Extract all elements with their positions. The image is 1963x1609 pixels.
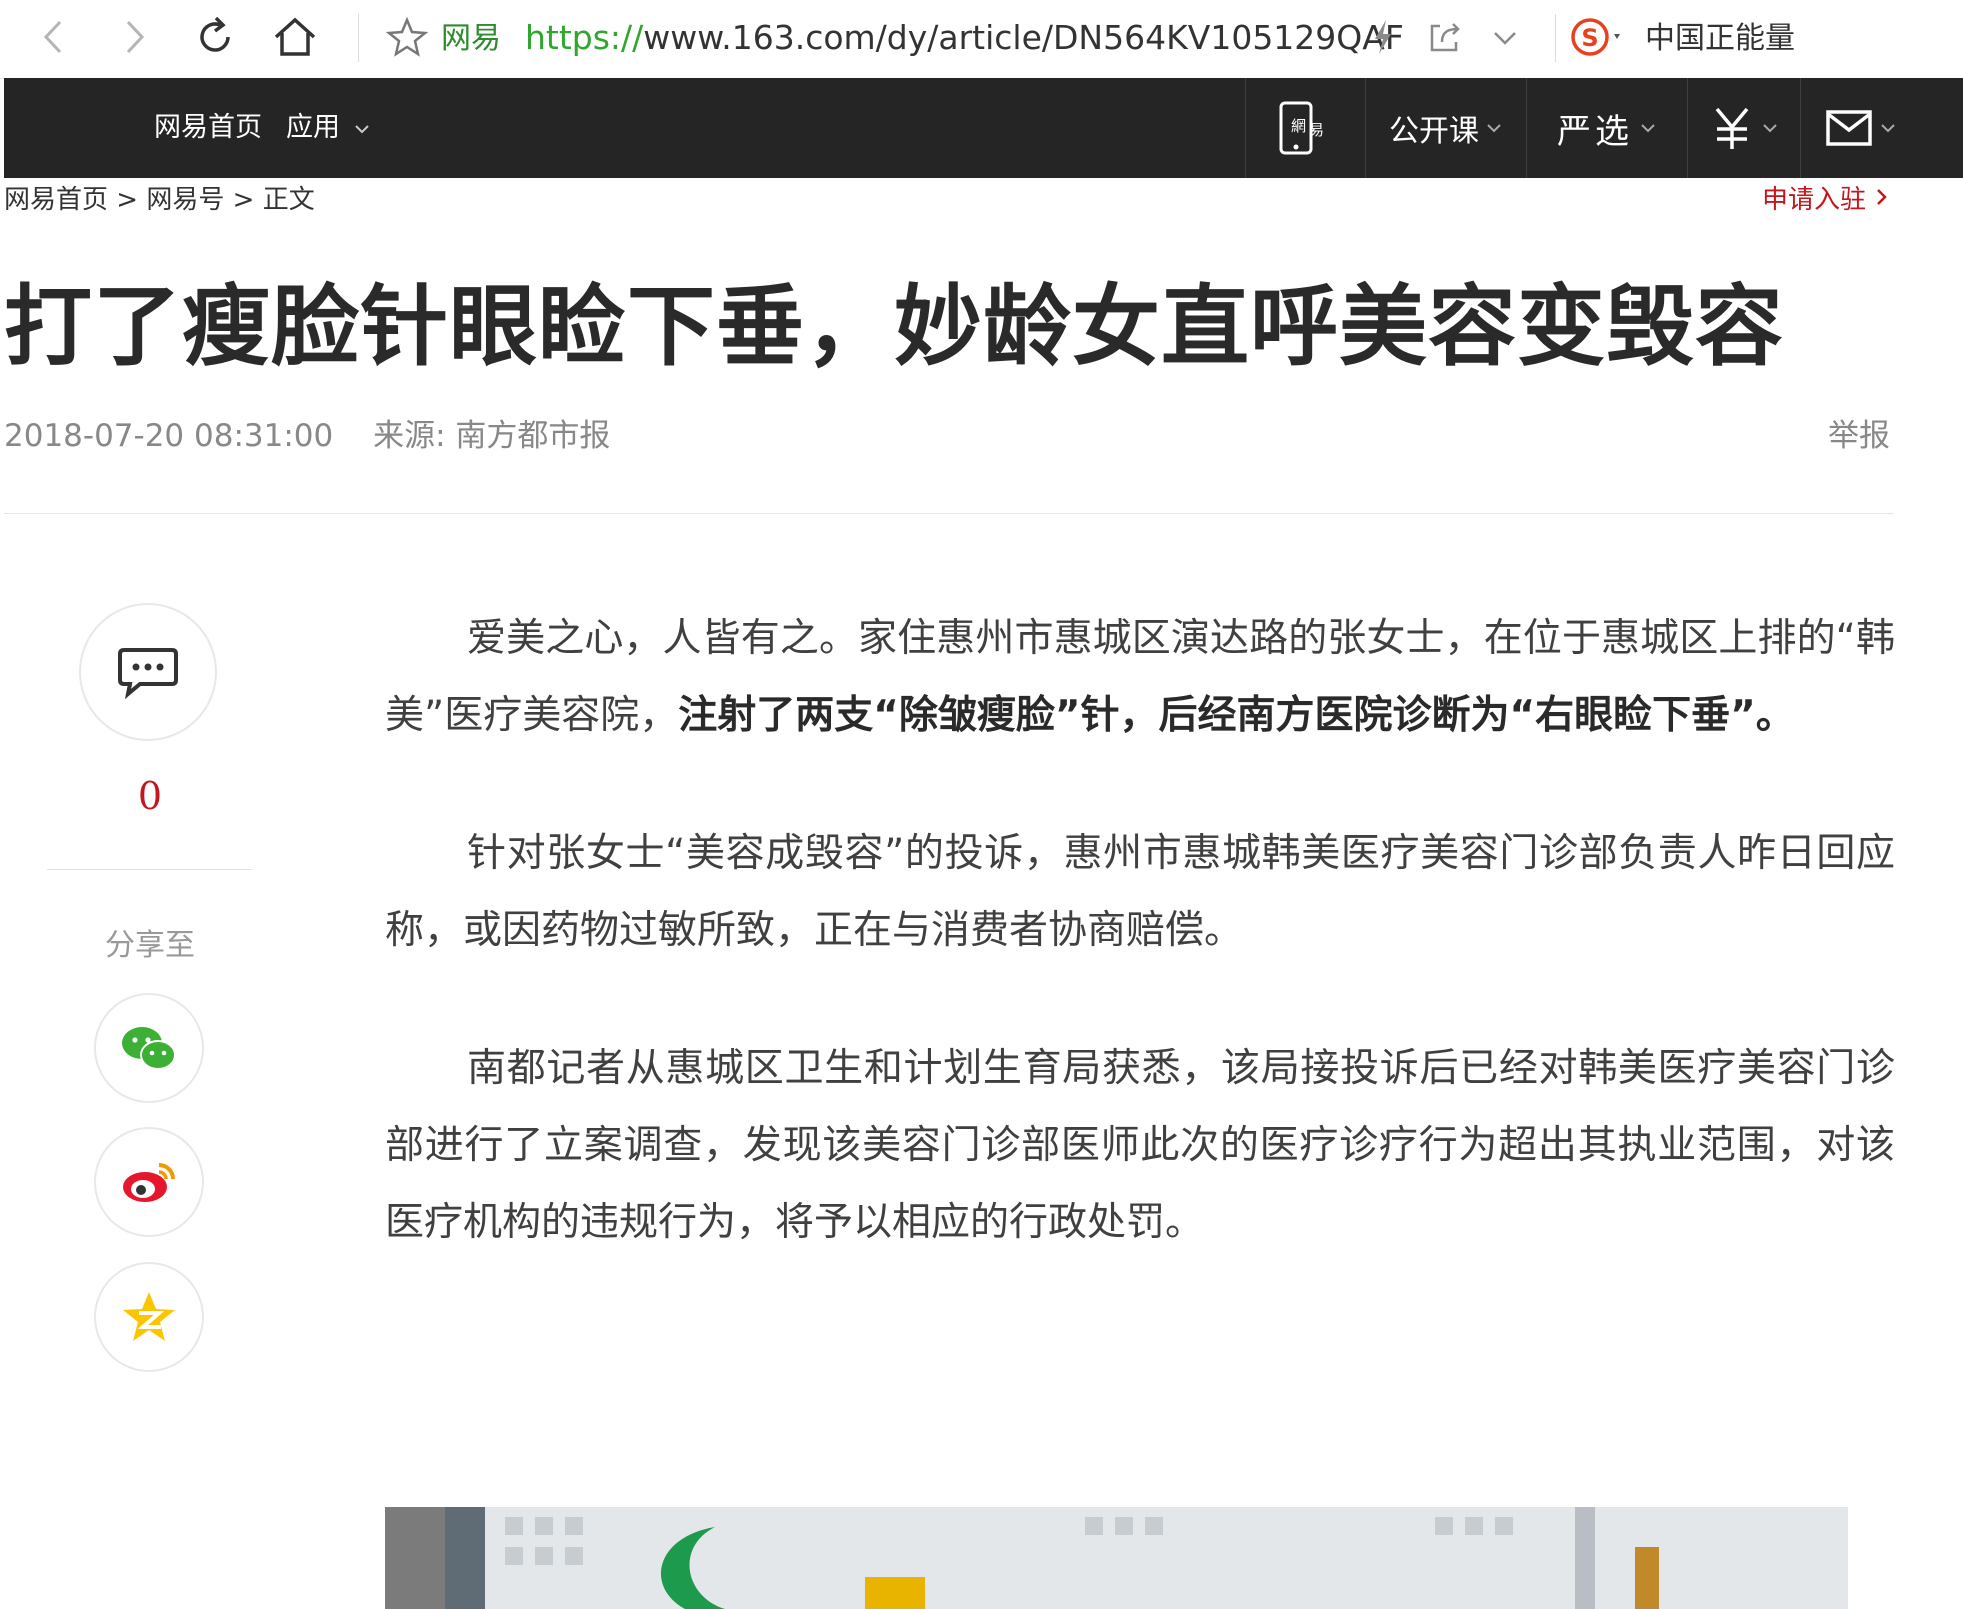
share-wechat-button[interactable] (94, 993, 204, 1103)
comment-button[interactable] (79, 603, 217, 741)
address-bar-url[interactable]: https://www.163.com/dy/article/DN564KV10… (525, 16, 1404, 60)
nav-open-course-menu[interactable]: 公开课 (1366, 78, 1526, 178)
toolbar-divider (1555, 14, 1556, 62)
chevron-left-icon (43, 20, 62, 54)
article-source: 来源: 南方都市报 (373, 418, 611, 454)
chevron-down-icon (1641, 124, 1655, 133)
apply-join-link[interactable]: 申请入驻 (1762, 180, 1890, 220)
search-engine-switch[interactable]: S (1568, 12, 1632, 62)
breadcrumb-channel[interactable]: 网易号 (146, 185, 224, 215)
search-hot-word[interactable]: 中国正能量 (1645, 18, 1795, 60)
chevron-right-icon (1877, 189, 1888, 205)
chevron-down-icon (1763, 124, 1777, 133)
address-dropdown-button[interactable] (1480, 12, 1530, 62)
article-paragraph: 针对张女士“美容成毁容”的投诉，惠州市惠城韩美医疗美容门诊部负责人昨日回应称，或… (385, 831, 1895, 953)
share-qzone-button[interactable] (94, 1262, 204, 1372)
nav-yanxuan-menu[interactable]: 严选 (1527, 78, 1687, 178)
chevron-right-icon (126, 20, 145, 54)
lightning-icon (1375, 20, 1391, 54)
article-datetime: 2018-07-20 08:31:00 (4, 418, 334, 454)
back-button[interactable] (30, 12, 80, 62)
nav-mobile-app-button[interactable]: 網易 (1246, 78, 1364, 178)
toolbar-divider (358, 14, 359, 62)
yen-icon (1715, 107, 1749, 149)
paragraph-bold-text: 注射了两支“除皱瘦脸”针，后经南方医院诊断为“右眼睑下垂”。 (678, 693, 1795, 738)
site-nav-bar: 网易首页 应用 網易 公开课 严选 (4, 78, 1963, 178)
mail-icon (1826, 110, 1872, 146)
nav-apps-label: 应用 (286, 112, 340, 143)
url-protocol: https:// (525, 18, 644, 57)
breadcrumb-home[interactable]: 网易首页 (4, 185, 108, 215)
home-button[interactable] (270, 12, 320, 62)
nav-yanxuan-label: 严选 (1557, 111, 1633, 152)
article-body: 爱美之心，人皆有之。家住惠州市惠城区演达路的张女士，在位于惠城区上排的“韩美”医… (385, 600, 1895, 1322)
share-page-button[interactable] (1420, 12, 1470, 62)
breadcrumb-current: 正文 (262, 185, 315, 215)
bookmark-button[interactable] (382, 12, 432, 62)
breadcrumb-separator: > (232, 185, 255, 215)
article-photo (385, 1507, 1848, 1609)
wechat-icon (122, 1027, 176, 1070)
nav-home-link[interactable]: 网易首页 (154, 106, 262, 150)
share-weibo-button[interactable] (94, 1127, 204, 1237)
reload-button[interactable] (190, 12, 240, 62)
netease-mobile-icon: 網易 (1279, 101, 1324, 155)
sogou-icon: S (1571, 18, 1620, 56)
article-paragraph: 爱美之心，人皆有之。家住惠州市惠城区演达路的张女士，在位于惠城区上排的“韩美”医… (385, 600, 1895, 754)
comment-icon (118, 648, 178, 700)
qzone-star-icon (123, 1292, 175, 1341)
chevron-down-icon (354, 125, 369, 134)
nav-apps-menu[interactable]: 应用 (286, 106, 371, 150)
report-link[interactable]: 举报 (1828, 415, 1890, 457)
chevron-down-icon (1494, 32, 1516, 45)
forward-button[interactable] (108, 12, 158, 62)
share-icon (1430, 23, 1460, 52)
address-site-name: 网易 (441, 21, 501, 56)
home-icon (274, 17, 316, 56)
apply-join-label: 申请入驻 (1762, 185, 1867, 215)
breadcrumb: 网易首页 > 网易号 > 正文 (4, 180, 315, 220)
breadcrumb-separator: > (116, 185, 139, 215)
chevron-down-icon (1881, 124, 1895, 133)
article-paragraph: 南都记者从惠城区卫生和计划生育局获悉，该局接投诉后已经对韩美医疗美容门诊部进行了… (385, 1046, 1895, 1245)
svg-text:易: 易 (1309, 121, 1324, 139)
reload-icon (200, 16, 230, 52)
article-title: 打了瘦脸针眼睑下垂，妙龄女直呼美容变毁容 (4, 275, 1785, 378)
browser-toolbar: 网易 https://www.163.com/dy/article/DN564K… (0, 0, 1963, 79)
speed-mode-button[interactable] (1358, 12, 1408, 62)
comment-count: 0 (137, 774, 163, 818)
svg-text:S: S (1581, 24, 1598, 52)
url-path: www.163.com/dy/article/DN564KV105129QAF (643, 18, 1404, 57)
nav-open-course-label: 公开课 (1389, 114, 1479, 149)
nav-lottery-menu[interactable] (1688, 78, 1800, 178)
weibo-icon (123, 1163, 175, 1202)
chevron-down-icon (1487, 124, 1501, 133)
article-meta: 2018-07-20 08:31:00 来源: 南方都市报 (4, 415, 610, 457)
building-photo-image (385, 1507, 1848, 1609)
star-icon (385, 16, 429, 57)
share-label: 分享至 (105, 928, 195, 963)
nav-mail-menu[interactable] (1801, 78, 1921, 178)
title-divider (4, 513, 1894, 514)
svg-text:網: 網 (1291, 117, 1306, 135)
share-divider (47, 869, 252, 870)
